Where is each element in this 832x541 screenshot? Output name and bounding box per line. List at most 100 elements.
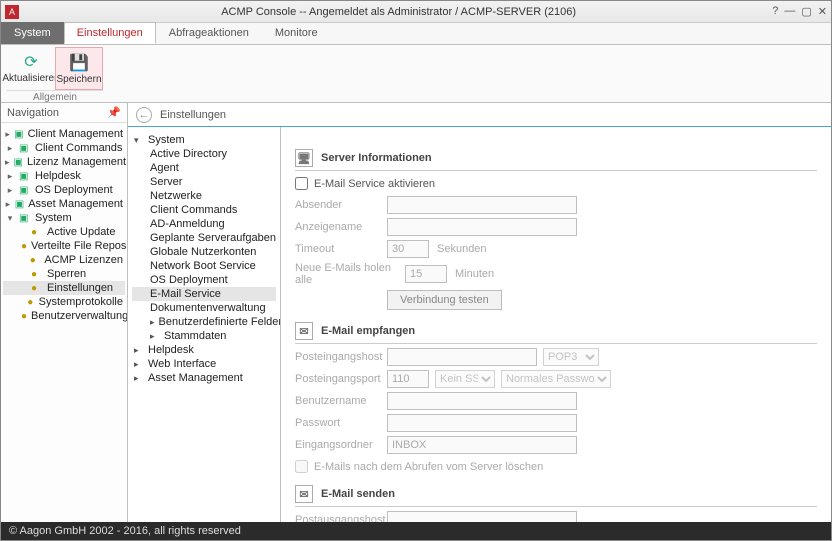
settings-leaf[interactable]: E-Mail Service — [132, 287, 276, 301]
nav-item[interactable]: ▸▣OS Deployment — [3, 183, 125, 197]
settings-leaf[interactable]: AD-Anmeldung — [132, 217, 276, 231]
nav-item[interactable]: ▸▣Helpdesk — [3, 169, 125, 183]
delete-after-fetch-checkbox[interactable]: E-Mails nach dem Abrufen vom Server lösc… — [295, 460, 817, 473]
section-server-info: 🖥 Server Informationen — [295, 143, 817, 171]
settings-leaf-label: Client Commands — [150, 204, 237, 216]
settings-leaf-label: Network Boot Service — [150, 260, 256, 272]
window-title: ACMP Console -- Angemeldet als Administr… — [25, 6, 772, 18]
nav-subitem[interactable]: ●Verteilte File Repositories — [3, 239, 125, 253]
nav-item[interactable]: ▸▣Client Management — [3, 127, 125, 141]
send-host-input[interactable] — [387, 511, 577, 522]
settings-leaf[interactable]: Agent — [132, 161, 276, 175]
nav-subitem[interactable]: ●Systemprotokolle — [3, 295, 125, 309]
settings-leaf[interactable]: Server — [132, 175, 276, 189]
titlebar: A ACMP Console -- Angemeldet als Adminis… — [1, 1, 831, 23]
caret-icon: ▸ — [5, 143, 15, 154]
back-button[interactable]: ← — [136, 107, 152, 123]
settings-node[interactable]: ▸Web Interface — [132, 357, 276, 371]
settings-leaf[interactable]: OS Deployment — [132, 273, 276, 287]
nav-subitem[interactable]: ●Sperren — [3, 267, 125, 281]
folder-icon: ▣ — [15, 199, 24, 210]
settings-leaf[interactable]: Client Commands — [132, 203, 276, 217]
settings-leaf-label: AD-Anmeldung — [150, 218, 225, 230]
caret-icon: ▸ — [134, 373, 144, 384]
recv-user-input[interactable] — [387, 392, 577, 410]
caret-icon: ▸ — [5, 199, 11, 210]
settings-leaf[interactable]: Dokumentenverwaltung — [132, 301, 276, 315]
nav-subitem-label: Einstellungen — [47, 282, 113, 294]
close-button[interactable]: ✕ — [818, 5, 827, 18]
nav-item[interactable]: ▸▣Client Commands — [3, 141, 125, 155]
app-icon: A — [5, 5, 19, 19]
displayname-input[interactable] — [387, 218, 577, 236]
nav-item[interactable]: ▸▣Asset Management — [3, 197, 125, 211]
minimize-button[interactable]: — — [784, 5, 795, 18]
settings-subnode[interactable]: ▸ Stammdaten — [132, 329, 276, 343]
nav-subitem[interactable]: ●Einstellungen — [3, 281, 125, 295]
nav-subitem-label: Sperren — [47, 268, 86, 280]
item-icon: ● — [21, 311, 27, 322]
tab-queries[interactable]: Abfrageaktionen — [156, 22, 262, 44]
settings-leaf[interactable]: Active Directory — [132, 147, 276, 161]
sender-input[interactable] — [387, 196, 577, 214]
page-title: Einstellungen — [160, 109, 226, 121]
activate-email-input[interactable] — [295, 177, 308, 190]
navigation-panel: Navigation 📌 ▸▣Client Management▸▣Client… — [1, 103, 128, 522]
settings-leaf-label: Active Directory — [150, 148, 227, 160]
timeout-label: Timeout — [295, 243, 387, 255]
recv-ssl-select[interactable]: Kein SSL — [435, 370, 495, 388]
caret-icon: ▸ — [5, 171, 15, 182]
section-email-send: ✉ E-Mail senden — [295, 479, 817, 507]
ribbon-group-general: ⟳ Aktualisieren 💾 Speichern Allgemein — [1, 45, 109, 102]
test-connection-button[interactable]: Verbindung testen — [387, 290, 502, 310]
settings-leaf[interactable]: Geplante Serveraufgaben — [132, 231, 276, 245]
settings-subnode[interactable]: ▸Benutzerdefinierte Felder — [132, 315, 276, 329]
navigation-title: Navigation — [7, 107, 59, 119]
nav-item[interactable]: ▾▣System — [3, 211, 125, 225]
ribbon-group-label: Allgemein — [7, 90, 103, 104]
item-icon: ● — [30, 255, 41, 266]
help-button[interactable]: ? — [772, 5, 778, 18]
poll-input[interactable] — [405, 265, 447, 283]
settings-tree-panel: ▾SystemActive DirectoryAgentServerNetzwe… — [128, 127, 281, 522]
tab-monitors[interactable]: Monitore — [262, 22, 331, 44]
settings-node[interactable]: ▸Asset Management — [132, 371, 276, 385]
recv-host-input[interactable] — [387, 348, 537, 366]
settings-leaf-label: Server — [150, 176, 182, 188]
activate-email-checkbox[interactable]: E-Mail Service aktivieren — [295, 177, 817, 190]
settings-tree[interactable]: ▾SystemActive DirectoryAgentServerNetzwe… — [128, 127, 280, 391]
timeout-unit: Sekunden — [437, 243, 487, 255]
caret-icon: ▸ — [150, 317, 155, 328]
nav-subitem[interactable]: ●ACMP Lizenzen — [3, 253, 125, 267]
caret-icon: ▸ — [150, 331, 160, 342]
nav-subitem[interactable]: ●Active Update — [3, 225, 125, 239]
refresh-button[interactable]: ⟳ Aktualisieren — [7, 47, 55, 90]
tab-system[interactable]: System — [1, 22, 64, 44]
settings-node[interactable]: ▾System — [132, 133, 276, 147]
navigation-tree[interactable]: ▸▣Client Management▸▣Client Commands▸▣Li… — [1, 123, 127, 327]
recv-pass-input[interactable] — [387, 414, 577, 432]
pin-icon[interactable]: 📌 — [107, 106, 121, 119]
recv-folder-input[interactable] — [387, 436, 577, 454]
maximize-button[interactable]: ▢ — [801, 5, 811, 18]
delete-after-fetch-input[interactable] — [295, 460, 308, 473]
settings-node[interactable]: ▸Helpdesk — [132, 343, 276, 357]
tab-settings[interactable]: Einstellungen — [64, 22, 156, 44]
settings-leaf[interactable]: Netzwerke — [132, 189, 276, 203]
settings-subnode-label: Stammdaten — [164, 330, 226, 342]
settings-leaf[interactable]: Globale Nutzerkonten — [132, 245, 276, 259]
recv-passmode-select[interactable]: Normales Passwort — [501, 370, 611, 388]
save-button[interactable]: 💾 Speichern — [55, 47, 103, 90]
item-icon: ● — [27, 297, 34, 308]
timeout-input[interactable] — [387, 240, 429, 258]
nav-item[interactable]: ▸▣Lizenz Management — [3, 155, 125, 169]
section-email-receive: ✉ E-Mail empfangen — [295, 316, 817, 344]
settings-leaf[interactable]: Network Boot Service — [132, 259, 276, 273]
status-bar: © Aagon GmbH 2002 - 2016, all rights res… — [1, 522, 831, 540]
recv-proto-select[interactable]: POP3 — [543, 348, 599, 366]
nav-subitem[interactable]: ●Benutzerverwaltung — [3, 309, 125, 323]
item-icon: ● — [21, 241, 27, 252]
nav-item-label: Client Commands — [35, 142, 122, 154]
recv-port-input[interactable] — [387, 370, 429, 388]
section-email-receive-title: E-Mail empfangen — [321, 325, 415, 337]
